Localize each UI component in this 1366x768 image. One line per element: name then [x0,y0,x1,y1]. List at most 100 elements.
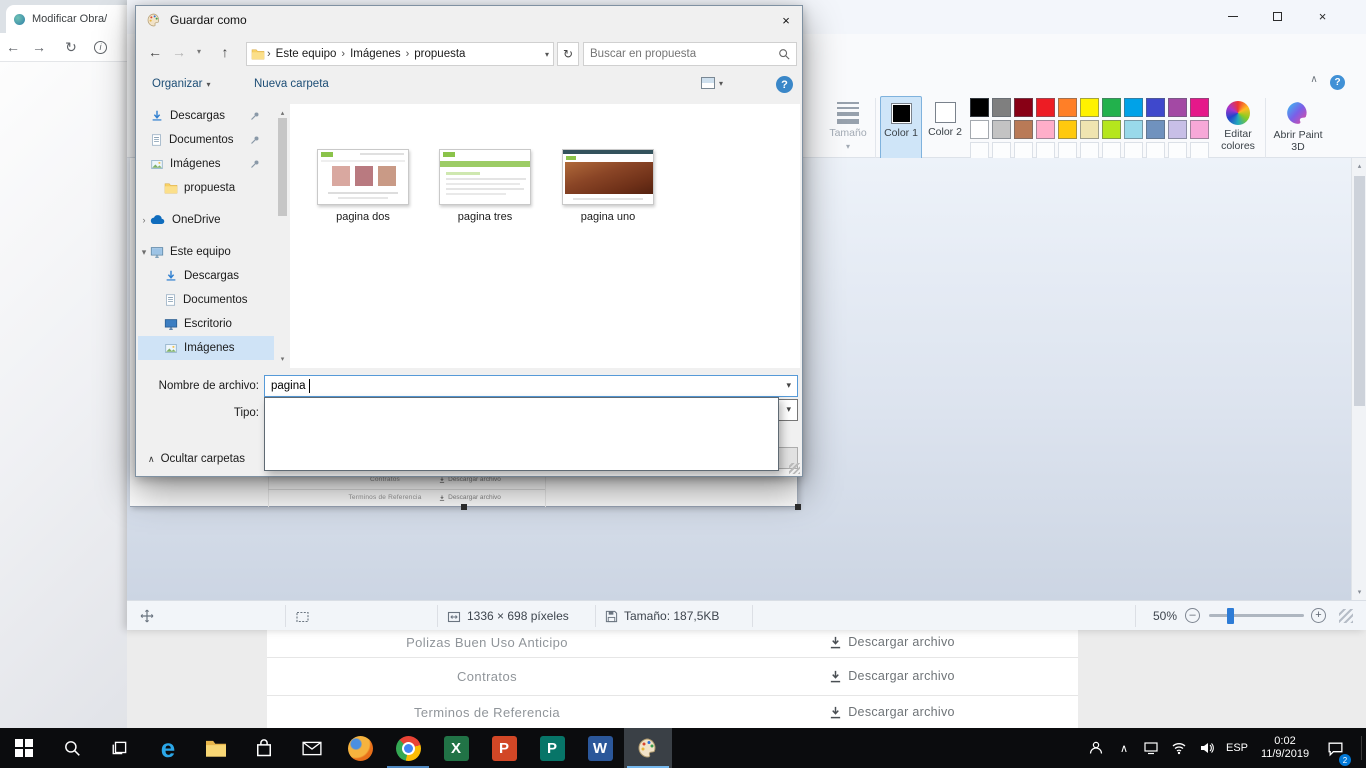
dialog-resize-grip[interactable] [789,463,800,474]
sidebar-item-onedrive[interactable]: › OneDrive [138,208,274,232]
open-paint3d-button[interactable]: Abrir Paint 3D [1270,96,1326,164]
forward-icon[interactable]: → [168,42,190,62]
tray-volume-button[interactable] [1194,728,1220,768]
show-desktop-divider[interactable] [1361,736,1362,760]
zoom-out-button[interactable]: – [1185,608,1200,623]
palette-swatch[interactable] [1036,120,1055,139]
breadcrumb-pictures[interactable]: Imágenes [350,48,401,60]
zoom-in-button[interactable]: + [1311,608,1326,623]
expand-chevron-icon[interactable]: › [138,215,150,225]
action-center-button[interactable]: 2 [1318,728,1352,768]
maximize-button[interactable] [1255,0,1300,33]
palette-swatch[interactable] [1168,120,1187,139]
file-list[interactable]: pagina dos pagina tres [290,104,800,368]
scrollbar-thumb[interactable] [1354,176,1365,406]
tray-language-button[interactable]: ESP [1222,728,1252,768]
taskbar-file-explorer[interactable] [192,728,240,768]
sidebar-item-descargas-child[interactable]: Descargas [138,264,274,288]
edit-colors-button[interactable]: Editar colores [1215,96,1261,164]
chevron-down-icon[interactable]: ▾ [545,50,549,59]
browser-reload-icon[interactable]: ↻ [58,39,84,56]
scroll-up-icon[interactable]: ▴ [276,109,289,117]
palette-swatch[interactable] [1168,98,1187,117]
taskbar-store[interactable] [240,728,288,768]
scroll-up-icon[interactable]: ▴ [1352,162,1366,170]
dialog-close-button[interactable]: × [770,6,802,34]
color1-button[interactable]: Color 1 [880,96,922,164]
palette-swatch[interactable] [1146,120,1165,139]
palette-swatch[interactable] [970,120,989,139]
tray-wifi-button[interactable] [1166,728,1192,768]
scroll-down-icon[interactable]: ▾ [1352,588,1366,596]
palette-swatch[interactable] [1190,98,1209,117]
taskbar-paint-active[interactable] [624,728,672,768]
tray-hidden-icons-button[interactable]: ∧ [1112,728,1136,768]
vertical-scrollbar[interactable]: ▴ ▾ [1351,158,1366,600]
file-item-pagina-dos[interactable]: pagina dos [308,149,418,223]
palette-swatch[interactable] [970,98,989,117]
taskbar-excel[interactable]: X [432,728,480,768]
minimize-button[interactable] [1210,0,1255,33]
taskbar-mail[interactable] [288,728,336,768]
download-link[interactable]: Descargar archivo [787,635,997,649]
chrome-tab[interactable]: Modificar Obra/ [6,5,136,33]
help-icon[interactable]: ? [1330,75,1345,90]
tray-network-button[interactable] [1138,728,1164,768]
breadcrumb-this-pc[interactable]: Este equipo [276,48,337,60]
sidebar-item-documentos[interactable]: Documentos [138,128,274,152]
palette-swatch[interactable] [1102,120,1121,139]
sidebar-item-escritorio[interactable]: Escritorio [138,312,274,336]
taskbar-word[interactable]: W [576,728,624,768]
palette-swatch[interactable] [1014,98,1033,117]
filename-input[interactable]: pagina ▾ [264,375,798,397]
up-icon[interactable]: ↑ [214,42,236,62]
palette-swatch[interactable] [1102,98,1121,117]
collapse-ribbon-icon[interactable]: ∧ [1305,74,1323,90]
scrollbar-thumb[interactable] [278,118,287,216]
back-icon[interactable]: ← [144,42,166,62]
browser-back-icon[interactable]: ← [0,39,26,55]
taskbar-search-button[interactable] [48,728,96,768]
canvas-resize-handle[interactable] [795,504,801,510]
tray-people-button[interactable] [1082,728,1110,768]
file-item-pagina-uno[interactable]: pagina uno [553,149,663,223]
palette-swatch[interactable] [1014,120,1033,139]
palette-swatch[interactable] [992,98,1011,117]
chevron-down-icon[interactable]: ▾ [786,380,791,391]
sidebar-item-descargas[interactable]: Descargas [138,104,274,128]
recent-locations-icon[interactable]: ▾ [192,42,206,62]
browser-forward-icon[interactable]: → [26,39,52,55]
view-options-button[interactable]: ▾ [701,77,723,89]
breadcrumb-propuesta[interactable]: propuesta [414,48,465,60]
palette-swatch[interactable] [1146,98,1165,117]
zoom-slider-track[interactable] [1209,614,1304,617]
breadcrumb[interactable]: › Este equipo › Imágenes › propuesta ▾ [246,42,554,66]
sidebar-scrollbar[interactable]: ▴ ▾ [276,104,289,368]
close-button[interactable]: × [1300,0,1345,33]
sidebar-item-documentos-child[interactable]: Documentos [138,288,274,312]
download-link[interactable]: Descargar archivo [787,669,997,683]
search-input[interactable] [584,47,778,61]
task-view-button[interactable] [96,728,144,768]
hide-folders-button[interactable]: ∧ Ocultar carpetas [148,449,245,469]
taskbar-chrome[interactable] [384,728,432,768]
file-item-pagina-tres[interactable]: pagina tres [430,149,540,223]
sidebar-item-este-equipo[interactable]: ▾ Este equipo [138,240,274,264]
palette-swatch[interactable] [992,120,1011,139]
taskbar-publisher[interactable]: P [528,728,576,768]
taskbar-powerpoint[interactable]: P [480,728,528,768]
start-button[interactable] [0,728,48,768]
palette-swatch[interactable] [1058,120,1077,139]
sidebar-item-imagenes[interactable]: Imágenes [138,152,274,176]
palette-swatch[interactable] [1124,120,1143,139]
search-box[interactable] [583,42,797,66]
palette-swatch[interactable] [1190,120,1209,139]
download-link[interactable]: Descargar archivo [787,705,997,719]
taskbar-firefox[interactable] [336,728,384,768]
zoom-slider-thumb[interactable] [1227,608,1234,624]
tray-clock[interactable]: 0:02 11/9/2019 [1254,728,1316,768]
refresh-button[interactable]: ↻ [557,42,579,66]
palette-swatch[interactable] [1036,98,1055,117]
palette-swatch[interactable] [1124,98,1143,117]
page-info-icon[interactable]: i [94,41,107,54]
